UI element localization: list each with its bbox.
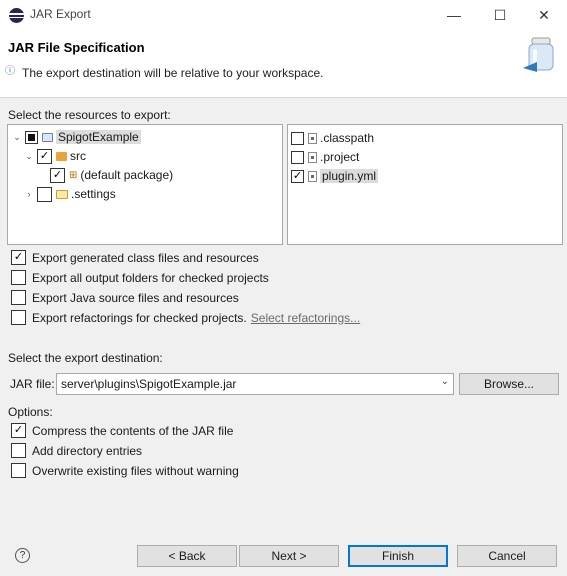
- option-label: Compress the contents of the JAR file: [32, 423, 234, 438]
- page-title: JAR File Specification: [8, 40, 145, 55]
- back-button[interactable]: < Back: [137, 545, 237, 567]
- file-item-label: .project: [320, 150, 360, 164]
- file-item-label: plugin.yml: [320, 169, 379, 183]
- jar-banner-icon: [523, 37, 554, 72]
- resource-tree[interactable]: ⌄ SpigotExample ⌄ ✓ src ✓ ⊞ (default pac…: [7, 124, 283, 245]
- file-checkbox[interactable]: ✓: [291, 169, 304, 183]
- checkbox[interactable]: ✓: [11, 250, 26, 265]
- chevron-down-icon[interactable]: ⌄: [24, 151, 34, 162]
- close-button[interactable]: ✕: [521, 0, 567, 30]
- file-list[interactable]: .classpath .project ✓ plugin.yml: [287, 124, 563, 245]
- maximize-button[interactable]: ☐: [477, 0, 523, 30]
- overwrite-option[interactable]: Overwrite existing files without warning: [11, 463, 239, 478]
- tree-item-spigotexample[interactable]: ⌄ SpigotExample: [12, 128, 141, 146]
- source-folder-icon: [56, 151, 67, 161]
- jar-file-combo[interactable]: server\plugins\SpigotExample.jar ⌄: [56, 373, 454, 395]
- option-label: Export Java source files and resources: [32, 290, 239, 305]
- package-icon: ⊞: [69, 169, 78, 181]
- jar-file-label: JAR file:: [10, 377, 55, 391]
- options-label: Options:: [8, 405, 53, 419]
- window-title: JAR Export: [30, 7, 91, 21]
- minimize-button[interactable]: —: [431, 0, 477, 30]
- tree-item-default-package[interactable]: ✓ ⊞ (default package): [50, 166, 173, 184]
- tree-item-settings[interactable]: › .settings: [24, 185, 116, 203]
- export-class-files-option[interactable]: ✓ Export generated class files and resou…: [11, 250, 259, 265]
- export-source-files-option[interactable]: Export Java source files and resources: [11, 290, 239, 305]
- export-refactorings-option[interactable]: Export refactorings for checked projects…: [11, 310, 360, 325]
- directory-entries-option[interactable]: Add directory entries: [11, 443, 142, 458]
- option-label: Export refactorings for checked projects…: [32, 310, 247, 325]
- folder-icon: [56, 189, 68, 199]
- option-label: Add directory entries: [32, 443, 143, 458]
- chevron-right-icon[interactable]: ›: [24, 189, 34, 199]
- file-item-project[interactable]: .project: [291, 148, 359, 166]
- checkbox[interactable]: [11, 290, 26, 305]
- cancel-button[interactable]: Cancel: [457, 545, 557, 567]
- tree-item-label: SpigotExample: [56, 130, 141, 144]
- file-checkbox[interactable]: [291, 150, 304, 164]
- checkbox[interactable]: ✓: [11, 423, 26, 438]
- tree-checkbox[interactable]: [37, 186, 52, 202]
- tree-checkbox[interactable]: ✓: [37, 148, 52, 164]
- file-checkbox[interactable]: [291, 131, 304, 145]
- option-label: Export all output folders for checked pr…: [32, 270, 269, 285]
- jar-file-value: server\plugins\SpigotExample.jar: [61, 377, 237, 391]
- file-item-plugin-yml[interactable]: ✓ plugin.yml: [291, 167, 379, 185]
- destination-label: Select the export destination:: [8, 351, 163, 365]
- export-output-folders-option[interactable]: Export all output folders for checked pr…: [11, 270, 269, 285]
- select-refactorings-link[interactable]: Select refactorings...: [251, 311, 360, 325]
- file-icon: [308, 170, 317, 182]
- tree-item-label: .settings: [71, 187, 116, 201]
- info-icon: ⓘ: [5, 66, 15, 77]
- project-icon: [42, 132, 53, 142]
- finish-button[interactable]: Finish: [348, 545, 448, 567]
- eclipse-icon: [9, 8, 24, 23]
- file-item-label: .classpath: [320, 131, 375, 145]
- file-icon: [308, 151, 317, 163]
- next-button[interactable]: Next >: [239, 545, 339, 567]
- compress-option[interactable]: ✓ Compress the contents of the JAR file: [11, 423, 233, 438]
- help-icon[interactable]: ?: [15, 548, 30, 563]
- tree-item-src[interactable]: ⌄ ✓ src: [24, 147, 86, 165]
- tree-checkbox[interactable]: ✓: [50, 167, 65, 183]
- checkbox[interactable]: [11, 270, 26, 285]
- file-icon: [308, 132, 317, 144]
- tree-item-label: (default package): [80, 168, 174, 182]
- tree-checkbox[interactable]: [25, 130, 38, 144]
- option-label: Overwrite existing files without warning: [32, 463, 239, 478]
- chevron-down-icon[interactable]: ⌄: [12, 132, 22, 143]
- chevron-down-icon[interactable]: ⌄: [441, 376, 449, 387]
- browse-button[interactable]: Browse...: [459, 373, 559, 395]
- resources-label: Select the resources to export:: [8, 108, 171, 122]
- file-item-classpath[interactable]: .classpath: [291, 129, 374, 147]
- checkbox[interactable]: [11, 463, 26, 478]
- tree-item-label: src: [70, 149, 86, 163]
- checkbox[interactable]: [11, 310, 26, 325]
- checkbox[interactable]: [11, 443, 26, 458]
- option-label: Export generated class files and resourc…: [32, 250, 259, 265]
- header-message: The export destination will be relative …: [22, 66, 324, 80]
